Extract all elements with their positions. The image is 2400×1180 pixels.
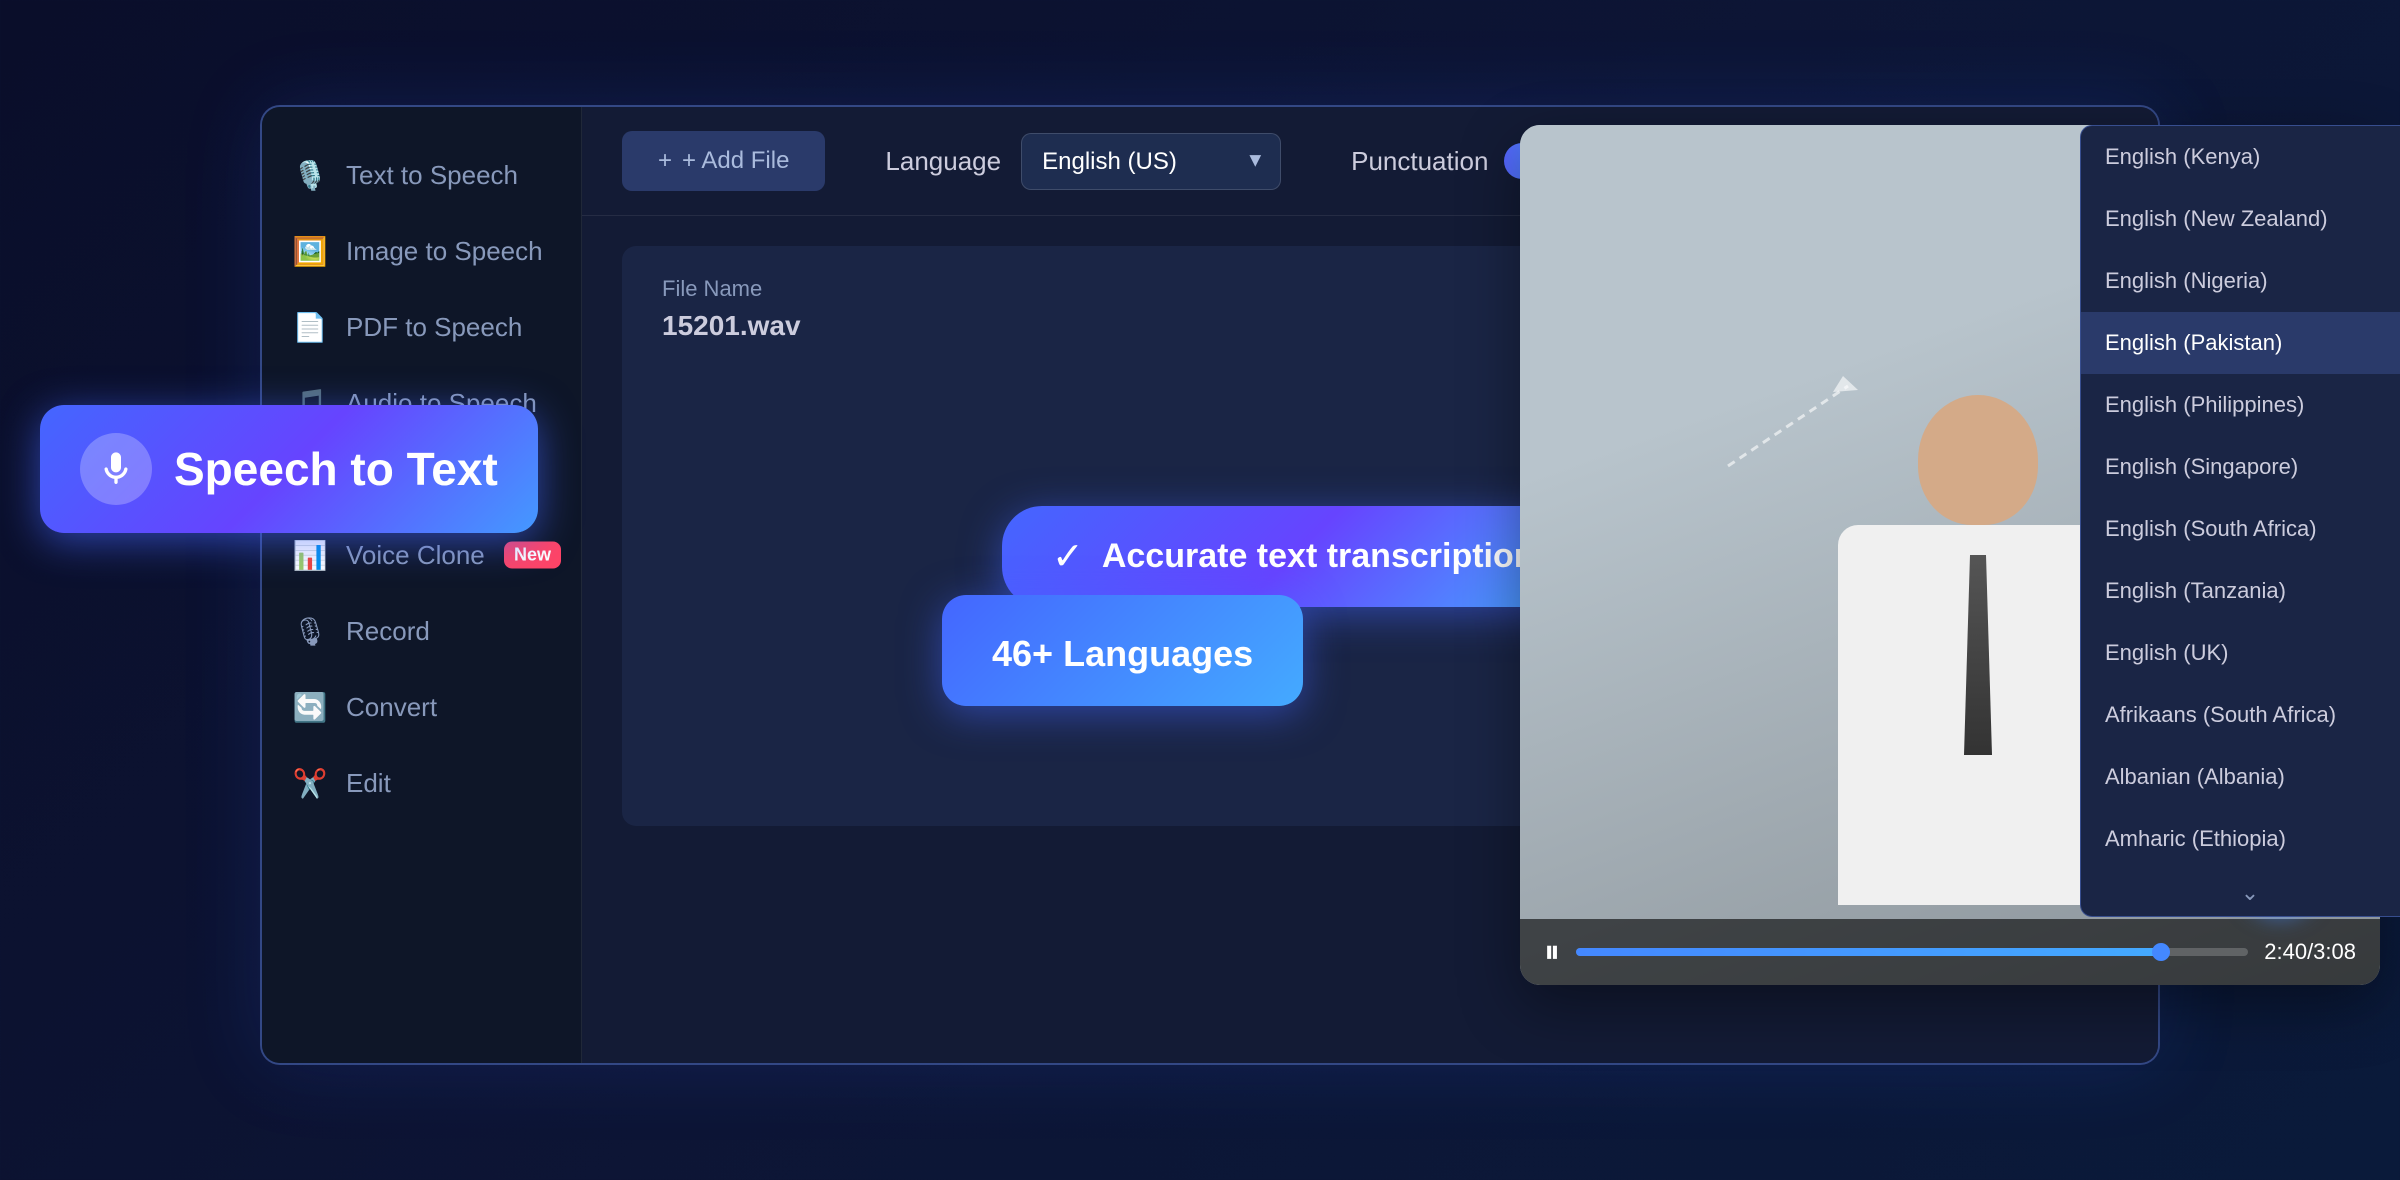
sidebar-item-label: PDF to Speech: [346, 312, 522, 343]
lang-option-uk[interactable]: English (UK): [2081, 622, 2400, 684]
sidebar-item-text-to-speech[interactable]: 🎙️ Text to Speech: [262, 137, 581, 213]
video-controls: ⏸ 2:40/3:08: [1520, 919, 2380, 985]
sidebar-item-label: Voice Clone: [346, 540, 485, 571]
progress-dot: [2152, 943, 2170, 961]
sidebar-item-edit[interactable]: ✂️ Edit: [262, 745, 581, 821]
lang-option-kenya[interactable]: English (Kenya): [2081, 126, 2400, 188]
add-file-label: + Add File: [682, 147, 789, 175]
dashed-arrow: [1688, 346, 1888, 486]
language-select[interactable]: English (US): [1021, 133, 1281, 190]
pause-button[interactable]: ⏸: [1544, 933, 1560, 971]
convert-icon: 🔄: [292, 689, 328, 725]
lang-option-singapore[interactable]: English (Singapore): [2081, 436, 2400, 498]
lang-option-amharic[interactable]: Amharic (Ethiopia): [2081, 808, 2400, 870]
lang-option-south-africa[interactable]: English (South Africa): [2081, 498, 2400, 560]
record-icon: 🎙: [292, 613, 328, 649]
stt-label: Speech to Text: [174, 442, 498, 496]
language-select-wrapper: English (US) ▼: [1021, 133, 1281, 190]
new-badge: New: [504, 542, 561, 569]
sidebar-item-image-to-speech[interactable]: 🖼️ Image to Speech: [262, 213, 581, 289]
pdf-to-speech-icon: 📄: [292, 309, 328, 345]
lang-option-nz[interactable]: English (New Zealand): [2081, 188, 2400, 250]
sidebar-item-label: Image to Speech: [346, 236, 543, 267]
sidebar-item-label: Text to Speech: [346, 160, 518, 191]
lang-option-albanian[interactable]: Albanian (Albania): [2081, 746, 2400, 808]
sidebar-item-label: Convert: [346, 692, 437, 723]
language-label: Language: [885, 146, 1001, 177]
languages-badge: 46+ Languages: [942, 595, 1303, 706]
video-time: 2:40/3:08: [2264, 939, 2356, 965]
add-file-button[interactable]: + + Add File: [622, 131, 825, 191]
edit-icon: ✂️: [292, 765, 328, 801]
lang-option-nigeria[interactable]: English (Nigeria): [2081, 250, 2400, 312]
sidebar-item-record[interactable]: 🎙 Record: [262, 593, 581, 669]
image-to-speech-icon: 🖼️: [292, 233, 328, 269]
person-head: [1918, 395, 2038, 525]
language-dropdown: English (Kenya) English (New Zealand) En…: [2080, 125, 2400, 917]
transcription-badge-text: Accurate text transcription: [1102, 537, 1535, 576]
languages-suffix: Languages: [1053, 633, 1253, 674]
sidebar-item-convert[interactable]: 🔄 Convert: [262, 669, 581, 745]
lang-option-afrikaans[interactable]: Afrikaans (South Africa): [2081, 684, 2400, 746]
person-body: [1838, 525, 2118, 905]
plus-icon: +: [658, 147, 672, 175]
sidebar-item-label: Edit: [346, 768, 391, 799]
languages-count: 46+: [992, 633, 1053, 674]
sidebar-item-pdf-to-speech[interactable]: 📄 PDF to Speech: [262, 289, 581, 365]
languages-badge-text: 46+ Languages: [992, 623, 1253, 678]
text-to-speech-icon: 🎙️: [292, 157, 328, 193]
speech-to-text-highlight[interactable]: Speech to Text: [40, 405, 538, 533]
lang-option-pakistan[interactable]: English (Pakistan): [2081, 312, 2400, 374]
lang-option-tanzania[interactable]: English (Tanzania): [2081, 560, 2400, 622]
check-circle-icon: ✓: [1052, 534, 1084, 579]
dropdown-scroll-arrow[interactable]: ⌄: [2081, 870, 2400, 916]
stt-icon-circle: [80, 433, 152, 505]
lang-option-philippines[interactable]: English (Philippines): [2081, 374, 2400, 436]
punctuation-label: Punctuation: [1351, 146, 1488, 177]
transcription-badge: ✓ Accurate text transcription: [1002, 506, 1585, 607]
sidebar: 🎙️ Text to Speech 🖼️ Image to Speech 📄 P…: [262, 107, 582, 1063]
stt-mic-icon: [96, 449, 136, 489]
person-tie: [1958, 555, 1998, 755]
progress-bar[interactable]: [1576, 948, 2248, 956]
sidebar-item-label: Record: [346, 616, 430, 647]
language-section: Language English (US) ▼: [885, 133, 1281, 190]
voice-clone-icon: 📊: [292, 537, 328, 573]
progress-fill: [1576, 948, 2161, 956]
